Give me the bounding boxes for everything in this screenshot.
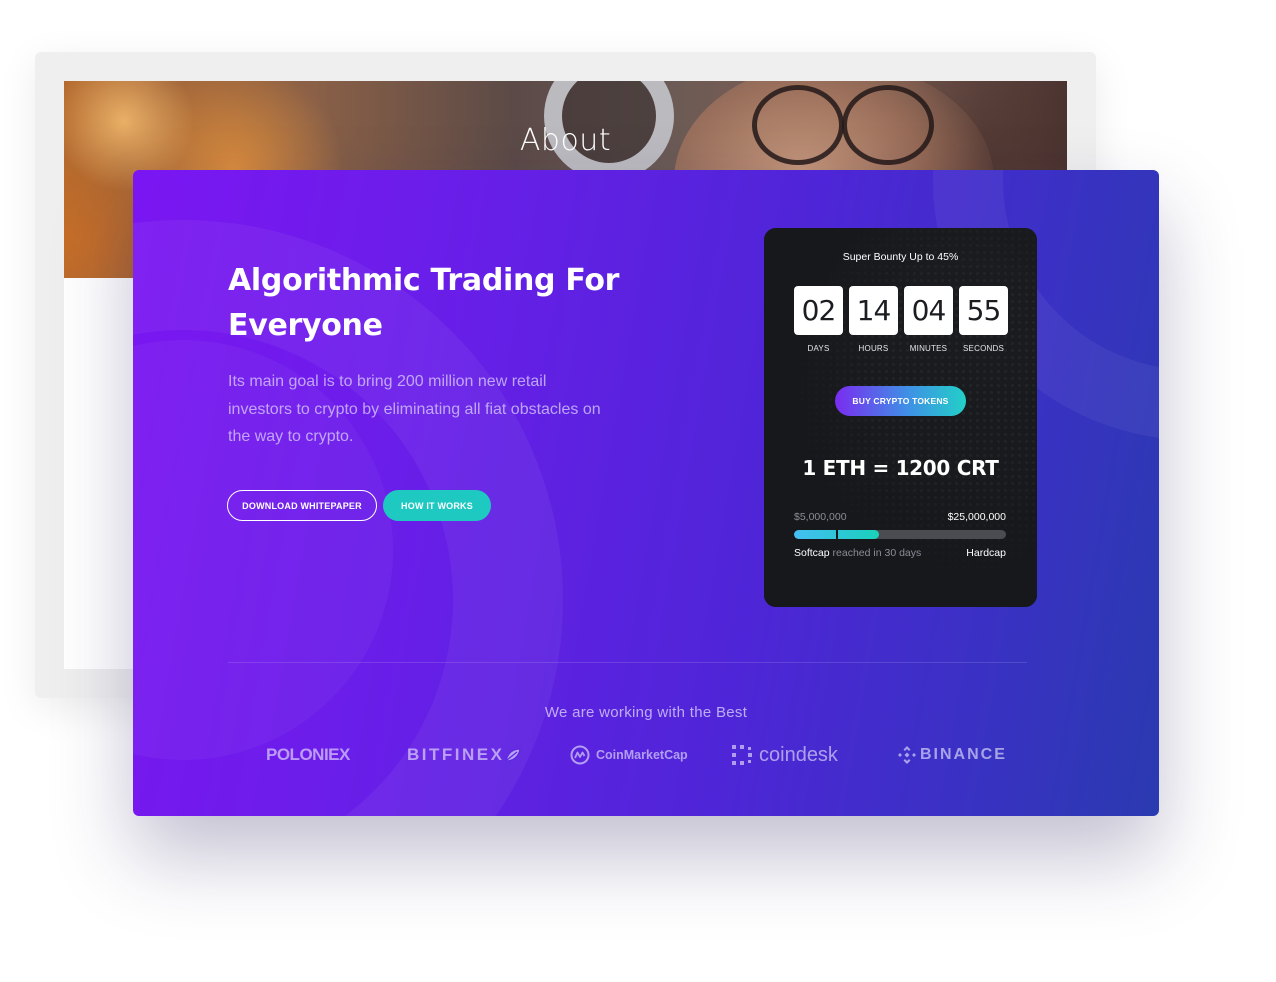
binance-wordmark: BINANCE	[920, 746, 1007, 763]
partners-title: We are working with the Best	[544, 704, 748, 721]
countdown-label: HOURS	[858, 344, 889, 353]
binance-logo[interactable]: BINANCE	[897, 740, 1007, 770]
countdown-value: 02	[794, 286, 843, 335]
countdown-value: 14	[849, 286, 898, 335]
bitfinex-wordmark: BITFINEX	[407, 745, 505, 764]
how-it-works-button[interactable]: HOW IT WORKS	[383, 490, 491, 521]
countdown-label: DAYS	[807, 344, 830, 353]
download-whitepaper-button[interactable]: DOWNLOAD WHITEPAPER	[227, 490, 377, 521]
buy-crypto-tokens-button[interactable]: BUY CRYPTO TOKENS	[835, 386, 966, 416]
exchange-rate: 1 ETH = 1200 CRT	[802, 456, 999, 480]
countdown-label: SECONDS	[963, 344, 1004, 353]
token-sale-widget: Super Bounty Up to 45% 02 DAYS 14 HOURS …	[764, 228, 1037, 607]
coinmarketcap-logo[interactable]: CoinMarketCap	[570, 740, 688, 770]
about-title: About	[519, 123, 612, 158]
poloniex-logo[interactable]: POLONIEX	[266, 740, 350, 770]
countdown-minutes: 04 MINUTES	[904, 286, 953, 353]
max-amount: $25,000,000	[947, 511, 1006, 523]
hero-lead: Its main goal is to bring 200 million ne…	[228, 373, 601, 445]
hero-section: Algorithmic Trading For Everyone Its mai…	[133, 170, 1159, 816]
countdown-value: 55	[959, 286, 1008, 335]
countdown-seconds: 55 SECONDS	[959, 286, 1008, 353]
section-divider	[228, 662, 1027, 663]
coindesk-logo[interactable]: coindesk	[731, 740, 838, 770]
hardcap-label: Hardcap	[966, 547, 1006, 559]
softcap-text: Softcap reached in 30 days	[794, 547, 921, 559]
countdown-days: 02 DAYS	[794, 286, 843, 353]
countdown-label: MINUTES	[909, 344, 948, 353]
coinmarketcap-wordmark: CoinMarketCap	[596, 748, 688, 762]
countdown: 02 DAYS 14 HOURS 04 MINUTES 55 SECONDS	[794, 286, 1008, 353]
softcap-note: reached in 30 days	[832, 547, 922, 559]
softcap-label: Softcap	[794, 547, 830, 559]
countdown-value: 04	[904, 286, 953, 335]
sale-progress-bar	[794, 530, 1006, 539]
binance-icon	[898, 746, 916, 764]
min-amount: $5,000,000	[794, 511, 847, 523]
hero-headline: Algorithmic Trading For Everyone	[228, 263, 620, 343]
countdown-hours: 14 HOURS	[849, 286, 898, 353]
bounty-title: Super Bounty Up to 45%	[842, 251, 959, 263]
coinmarketcap-icon	[570, 745, 590, 765]
bitfinex-leaf-icon	[505, 748, 522, 762]
coindesk-wordmark: coindesk	[759, 743, 838, 766]
poloniex-wordmark: POLONIEX	[266, 745, 350, 764]
coindesk-icon	[732, 745, 752, 765]
softcap-marker	[836, 530, 838, 539]
bitfinex-logo[interactable]: BITFINEX	[407, 740, 522, 770]
